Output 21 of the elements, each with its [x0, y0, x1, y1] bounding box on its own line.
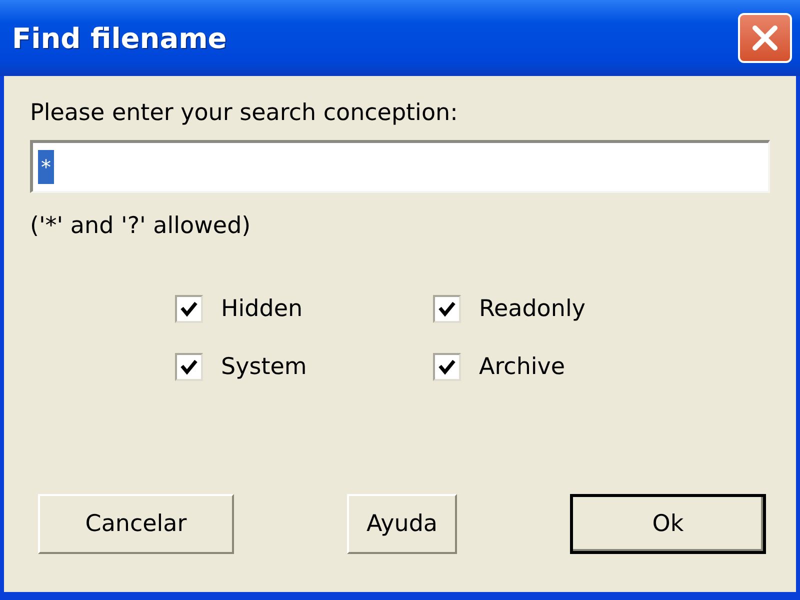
checkbox[interactable] — [433, 353, 461, 381]
dialog-button[interactable]: Ok — [570, 494, 766, 554]
check-icon — [179, 299, 199, 319]
dialog-button[interactable]: Ayuda — [347, 494, 457, 554]
checkbox[interactable] — [433, 295, 461, 323]
check-icon — [437, 357, 457, 377]
checkbox[interactable] — [175, 295, 203, 323]
check-icon — [437, 299, 457, 319]
close-button[interactable] — [738, 13, 792, 63]
window-title: Find filename — [12, 22, 227, 54]
checkbox[interactable] — [175, 353, 203, 381]
hint-text: ('*' and '?' allowed) — [30, 213, 251, 239]
prompt-label: Please enter your search conception: — [30, 100, 458, 126]
checkbox-label: Readonly — [479, 296, 586, 322]
checkbox-label: Hidden — [221, 296, 303, 322]
search-field[interactable]: * — [30, 140, 770, 193]
dialog-button[interactable]: Cancelar — [38, 494, 234, 554]
checkbox-label: System — [221, 354, 307, 380]
close-icon — [750, 23, 780, 53]
check-icon — [179, 357, 199, 377]
checkbox-label: Archive — [479, 354, 566, 380]
